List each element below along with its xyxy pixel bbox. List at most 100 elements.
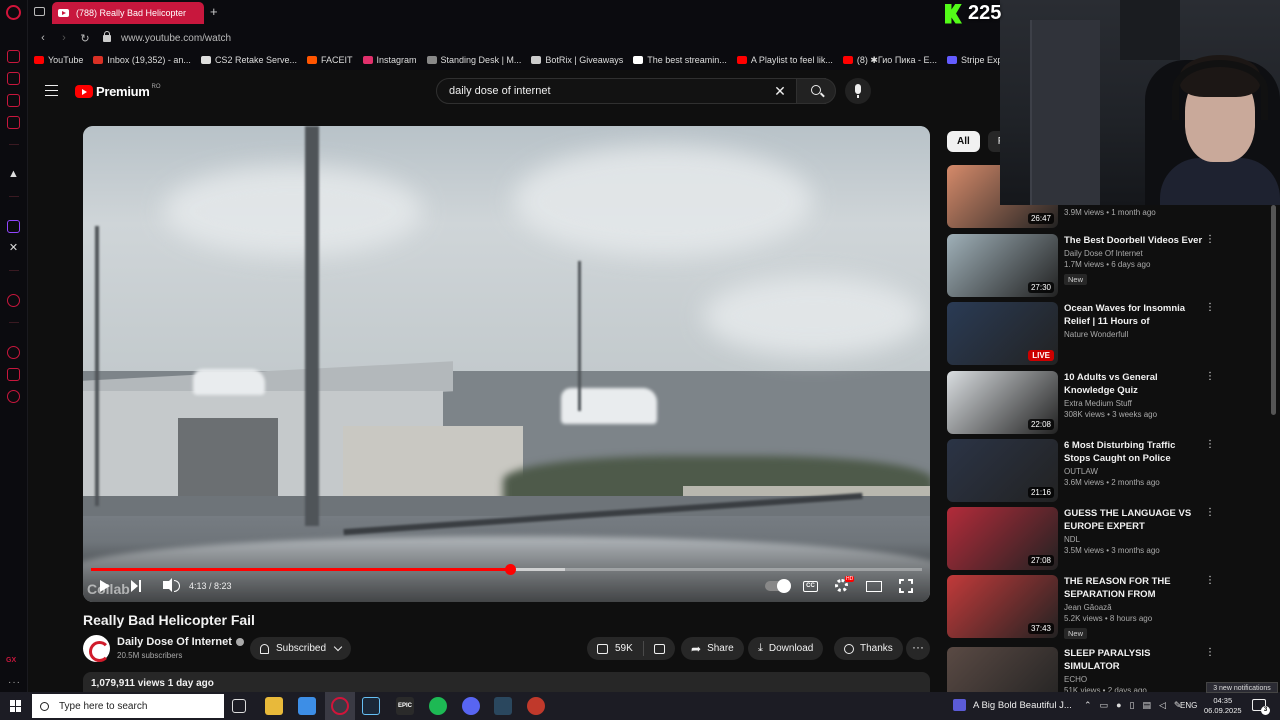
more-vert-icon[interactable]: ⋮ [1205,303,1215,313]
lock-icon[interactable] [103,30,111,42]
voice-search-button[interactable] [845,78,871,104]
bookmark-item[interactable]: Stripe Express [946,55,1000,65]
description-box[interactable]: 1,079,911 views 1 day ago [83,672,930,692]
progress-scrubber[interactable] [504,564,516,575]
bag-icon[interactable] [7,72,20,85]
windows-start-icon[interactable] [10,700,22,712]
captions-icon[interactable]: CC [803,581,818,592]
like-count[interactable]: 59K [615,643,633,654]
more-vert-icon[interactable]: ⋮ [1205,576,1215,586]
recommendation-channel[interactable]: Jean Găoază [1064,603,1204,612]
more-icon[interactable]: ··· [8,677,21,688]
channel-avatar[interactable] [83,635,110,662]
thanks-button[interactable]: Thanks [834,637,903,660]
obs-icon[interactable] [527,697,545,715]
network-icon[interactable]: ▤ [1142,700,1151,711]
channel-name[interactable]: Daily Dose Of Internet [117,636,244,648]
clear-search-icon[interactable]: ✕ [772,83,788,100]
battery-icon[interactable]: ▯ [1130,700,1135,711]
recommendation-item[interactable]: 27:08 GUESS THE LANGUAGE VS EUROPE EXPERT… [947,507,1267,570]
scrollbar[interactable] [1271,205,1276,415]
progress-bar[interactable] [91,564,922,575]
spotify-icon[interactable] [429,697,447,715]
opera-logo-icon[interactable] [6,5,21,20]
recommendation-channel[interactable]: Extra Medium Stuff [1064,399,1204,408]
recommendation-title[interactable]: 10 Adults vs General Knowledge Quiz [1064,371,1204,397]
next-icon[interactable] [131,580,141,592]
recommendation-title[interactable]: SLEEP PARALYSIS SIMULATOR [1064,647,1204,673]
recommendation-channel[interactable]: ECHO [1064,675,1204,684]
more-vert-icon[interactable]: ⋮ [1205,235,1215,245]
bookmark-item[interactable]: Inbox (19,352) - an... [93,55,191,65]
dislike-icon[interactable] [653,643,665,654]
steam-icon[interactable] [362,697,380,715]
recommendation-item[interactable]: 22:08 10 Adults vs General Knowledge Quiz… [947,371,1267,434]
video-thumbnail[interactable]: 21:16 [947,439,1058,502]
player-icon[interactable] [7,294,20,307]
opera-gx-icon[interactable] [331,697,349,715]
store-icon[interactable] [298,697,316,715]
notification-toast[interactable]: 3 new notifications [1206,682,1278,693]
recommendation-title[interactable]: Ocean Waves for Insomnia Relief | 11 Hou… [1064,302,1204,328]
tab-island-icon[interactable] [34,7,45,16]
taskbar-clock[interactable]: 04:35 06.09.2025 [1204,696,1242,716]
bookmark-item[interactable]: Instagram [362,55,417,65]
recommendation-item[interactable]: LIVE Ocean Waves for Insomnia Relief | 11… [947,302,1267,365]
recommendation-channel[interactable]: NDL [1064,535,1204,544]
clock-icon[interactable] [7,346,20,359]
discord-icon[interactable] [462,697,480,715]
epic-games-icon[interactable]: EPIC [396,697,414,715]
volume-icon[interactable] [163,578,180,592]
bookmark-item[interactable]: CS2 Retake Serve... [200,55,297,65]
settings-icon[interactable] [7,390,20,403]
tab-active[interactable]: (788) Really Bad Helicopter Fail [52,2,204,24]
video-thumbnail[interactable]: LIVE [947,302,1058,365]
more-vert-icon[interactable]: ⋮ [1205,508,1215,518]
subscribed-button[interactable]: Subscribed [250,637,352,660]
more-actions-button[interactable]: ··· [906,637,930,660]
x-icon[interactable]: ✕ [7,242,20,255]
more-vert-icon[interactable]: ⋮ [1205,440,1215,450]
messenger-icon[interactable] [7,94,20,107]
news-icon[interactable] [7,116,20,129]
twitch-icon[interactable] [7,220,20,233]
bookmark-item[interactable]: FACEIT [306,55,353,65]
recommendation-title[interactable]: GUESS THE LANGUAGE VS EUROPE EXPERT [1064,507,1204,533]
bookmark-item[interactable]: A Playlist to feel lik... [736,55,833,65]
recommendation-channel[interactable]: Nature Wonderfull [1064,330,1204,339]
recommendation-channel[interactable]: Daily Dose Of Internet [1064,249,1204,258]
file-explorer-icon[interactable] [265,697,283,715]
steam-client-icon[interactable] [494,697,512,715]
video-thumbnail[interactable]: 22:08 [947,371,1058,434]
microphone-tray-icon[interactable]: ● [1116,700,1121,711]
theater-mode-icon[interactable] [866,581,882,592]
video-thumbnail[interactable]: 27:08 [947,507,1058,570]
forward-button[interactable]: › [58,32,70,44]
recommendation-title[interactable]: The Best Doorbell Videos Ever [1064,234,1204,247]
history-icon[interactable] [7,50,20,63]
youtube-logo[interactable]: Premium RO [75,84,161,99]
recommendation-title[interactable]: THE REASON FOR THE SEPARATION FROM GIOCO… [1064,575,1204,601]
more-vert-icon[interactable]: ⋮ [1205,648,1215,658]
bookmark-item[interactable]: The best streamin... [633,55,727,65]
video-thumbnail[interactable]: 37:43 [947,575,1058,638]
play-icon[interactable] [100,580,110,592]
chip-0[interactable]: All [947,131,980,152]
download-button[interactable]: ⤓ Download [748,637,824,660]
url-field[interactable]: www.youtube.com/watch [121,33,231,44]
reload-button[interactable]: ↻ [79,32,91,45]
recommendation-item[interactable]: 27:30 The Best Doorbell Videos Ever Daily … [947,234,1267,297]
back-button[interactable]: ‹ [37,32,49,44]
bookmark-item[interactable]: (8) ✱Гио Пика - Е... [842,55,937,66]
menu-icon[interactable] [45,85,58,96]
bookmark-item[interactable]: Standing Desk | M... [426,55,521,65]
video-thumbnail[interactable]: 27:30 [947,234,1058,297]
more-vert-icon[interactable]: ⋮ [1205,372,1215,382]
speaker-icon[interactable]: ◁ [1159,700,1166,711]
like-icon[interactable] [597,643,608,654]
chevron-up-icon[interactable]: ⌃ [1084,700,1092,711]
usb-icon[interactable]: ▭ [1100,700,1109,711]
recommendation-item[interactable]: 37:43 THE REASON FOR THE SEPARATION FROM … [947,575,1267,639]
bookmark-item[interactable]: BotRix | Giveaways [531,55,623,65]
recommendation-channel[interactable]: OUTLAW [1064,467,1204,476]
